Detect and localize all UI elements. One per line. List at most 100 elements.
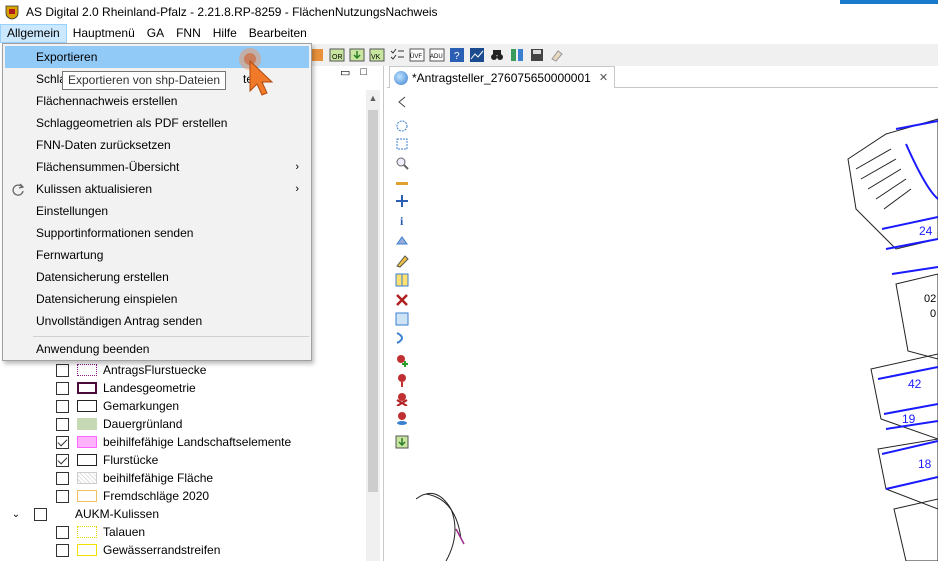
layer-label: Gewässerrandstreifen xyxy=(103,543,221,557)
menu-item-beenden[interactable]: Anwendung beenden xyxy=(5,338,309,360)
menu-item-label: Flächensummen-Übersicht xyxy=(36,160,180,174)
scrollbar-thumb[interactable] xyxy=(368,110,378,492)
layer-row[interactable]: AntragsFlurstuecke xyxy=(56,361,206,379)
binoculars-icon[interactable] xyxy=(488,46,506,64)
tab-label: *Antragsteller_276075650000001 xyxy=(412,70,591,85)
swatch-yellow xyxy=(77,544,97,556)
menu-item-fnn-reset[interactable]: FNN-Daten zurücksetzen xyxy=(5,134,309,156)
layer-checkbox[interactable] xyxy=(56,399,69,413)
pan-icon[interactable] xyxy=(394,193,410,209)
menu-item-einstellungen[interactable]: Einstellungen xyxy=(5,200,309,222)
layer-row[interactable]: Talauen xyxy=(56,523,145,541)
delete-marker-icon[interactable] xyxy=(394,391,410,407)
vk-icon[interactable]: VK xyxy=(368,46,386,64)
split-geometry-icon[interactable] xyxy=(394,272,410,288)
group-label: AUKM-Kulissen xyxy=(75,507,160,521)
menu-item-fernwartung[interactable]: Fernwartung xyxy=(5,244,309,266)
layer-checkbox[interactable] xyxy=(56,489,69,503)
measure-icon[interactable] xyxy=(394,175,410,191)
layer-row[interactable]: Gewässerrandstreifen xyxy=(56,541,220,559)
marker-icon[interactable] xyxy=(394,372,410,388)
map-vertical-toolbar: i xyxy=(392,92,412,561)
layer-row[interactable]: Fremdschläge 2020 xyxy=(56,487,209,505)
scroll-up-icon[interactable]: ▲ xyxy=(366,90,380,106)
eraser-icon[interactable] xyxy=(548,46,566,64)
layer-row[interactable]: Dauergrünland xyxy=(56,415,182,433)
add-marker-icon[interactable] xyxy=(394,352,410,368)
menu-item-unvollstaendig-senden[interactable]: Unvollständigen Antrag senden xyxy=(5,310,309,332)
minimize-icon[interactable]: ▭ xyxy=(340,66,350,82)
menu-item-schlaggeometrien-pdf[interactable]: Schlaggeometrien als PDF erstellen xyxy=(5,112,309,134)
layer-checkbox[interactable] xyxy=(56,363,69,377)
menu-item-datensicherung-einspielen[interactable]: Datensicherung einspielen xyxy=(5,288,309,310)
uvf-icon[interactable]: ÜVF xyxy=(408,46,426,64)
or-label: OR xyxy=(332,54,343,61)
layer-checkbox[interactable] xyxy=(56,525,69,539)
menu-hilfe[interactable]: Hilfe xyxy=(207,24,243,43)
window-title: AS Digital 2.0 Rheinland-Pfalz - 2.21.8.… xyxy=(26,5,438,19)
lasso-select-icon[interactable] xyxy=(394,118,410,134)
map-label: 24 xyxy=(919,224,933,238)
adu-icon[interactable]: ADU xyxy=(428,46,446,64)
layer-label: Landesgeometrie xyxy=(103,381,196,395)
menu-item-kulissen[interactable]: Kulissen aktualisieren › xyxy=(5,178,309,200)
layer-row[interactable]: beihilfefähige Fläche xyxy=(56,469,213,487)
layer-label: AntragsFlurstuecke xyxy=(103,363,207,377)
tree-scrollbar[interactable]: ▲ xyxy=(366,90,380,561)
swatch-green xyxy=(77,418,97,430)
swatch-grey-hatch xyxy=(77,472,97,484)
swatch-yellow-dotted xyxy=(77,526,97,538)
menu-item-datensicherung-erstellen[interactable]: Datensicherung erstellen xyxy=(5,266,309,288)
swatch-black-outline xyxy=(77,454,97,466)
merge-icon[interactable] xyxy=(394,311,410,327)
layer-checkbox[interactable] xyxy=(56,543,69,557)
curve-icon[interactable] xyxy=(394,330,410,346)
menu-ga[interactable]: GA xyxy=(141,24,170,43)
layer-checkbox[interactable] xyxy=(56,381,69,395)
zoom-icon[interactable] xyxy=(394,155,410,171)
split-icon[interactable] xyxy=(508,46,526,64)
layer-row[interactable]: Flurstücke xyxy=(56,451,158,469)
menu-item-flaechensummen[interactable]: Flächensummen-Übersicht › xyxy=(5,156,309,178)
expand-chevron-icon[interactable]: ⌄ xyxy=(10,509,22,520)
add-vertex-icon[interactable] xyxy=(394,233,410,249)
menu-allgemein[interactable]: Allgemein xyxy=(0,24,67,43)
rect-select-icon[interactable] xyxy=(394,136,410,152)
locate-marker-icon[interactable] xyxy=(394,410,410,426)
layer-checkbox[interactable] xyxy=(56,453,69,467)
layer-checkbox[interactable] xyxy=(56,417,69,431)
layer-row[interactable]: Landesgeometrie xyxy=(56,379,196,397)
edit-geometry-icon[interactable] xyxy=(394,253,410,269)
menu-item-label: Kulissen aktualisieren xyxy=(36,182,153,196)
download-icon[interactable] xyxy=(348,46,366,64)
panel-controls: ▭ □ xyxy=(336,66,384,82)
menu-hauptmenu[interactable]: Hauptmenü xyxy=(67,24,141,43)
menu-item-supportinfo[interactable]: Supportinformationen senden xyxy=(5,222,309,244)
layer-checkbox[interactable] xyxy=(56,471,69,485)
layer-checkbox[interactable] xyxy=(56,435,69,449)
group-checkbox[interactable] xyxy=(34,507,47,521)
checklist-icon[interactable] xyxy=(388,46,406,64)
menu-bar: Allgemein Hauptmenü GA FNN Hilfe Bearbei… xyxy=(0,24,938,43)
info-icon[interactable]: i xyxy=(394,212,410,228)
map-canvas[interactable]: 24 02 0 42 19 18 xyxy=(416,89,938,561)
delete-geometry-icon[interactable] xyxy=(394,292,410,308)
svg-text:i: i xyxy=(400,214,404,227)
import-icon[interactable] xyxy=(394,434,410,450)
menu-fnn[interactable]: FNN xyxy=(170,24,207,43)
swatch-black-outline xyxy=(77,400,97,412)
collapse-left-icon[interactable] xyxy=(394,94,410,110)
or-icon[interactable]: OR xyxy=(328,46,346,64)
group-row[interactable]: ⌄ AUKM-Kulissen xyxy=(10,505,159,523)
tab-antragsteller[interactable]: *Antragsteller_276075650000001 ✕ xyxy=(389,66,616,88)
image-icon[interactable] xyxy=(468,46,486,64)
layer-row[interactable]: beihilfefähige Landschaftselemente xyxy=(56,433,291,451)
menu-bearbeiten[interactable]: Bearbeiten xyxy=(243,24,313,43)
layer-label: beihilfefähige Fläche xyxy=(103,471,214,485)
save-icon[interactable] xyxy=(528,46,546,64)
layer-row[interactable]: Gemarkungen xyxy=(56,397,179,415)
help-icon[interactable]: ? xyxy=(448,46,466,64)
menu-separator xyxy=(33,336,309,337)
close-icon[interactable]: ✕ xyxy=(599,71,608,84)
maximize-icon[interactable]: □ xyxy=(360,66,367,82)
